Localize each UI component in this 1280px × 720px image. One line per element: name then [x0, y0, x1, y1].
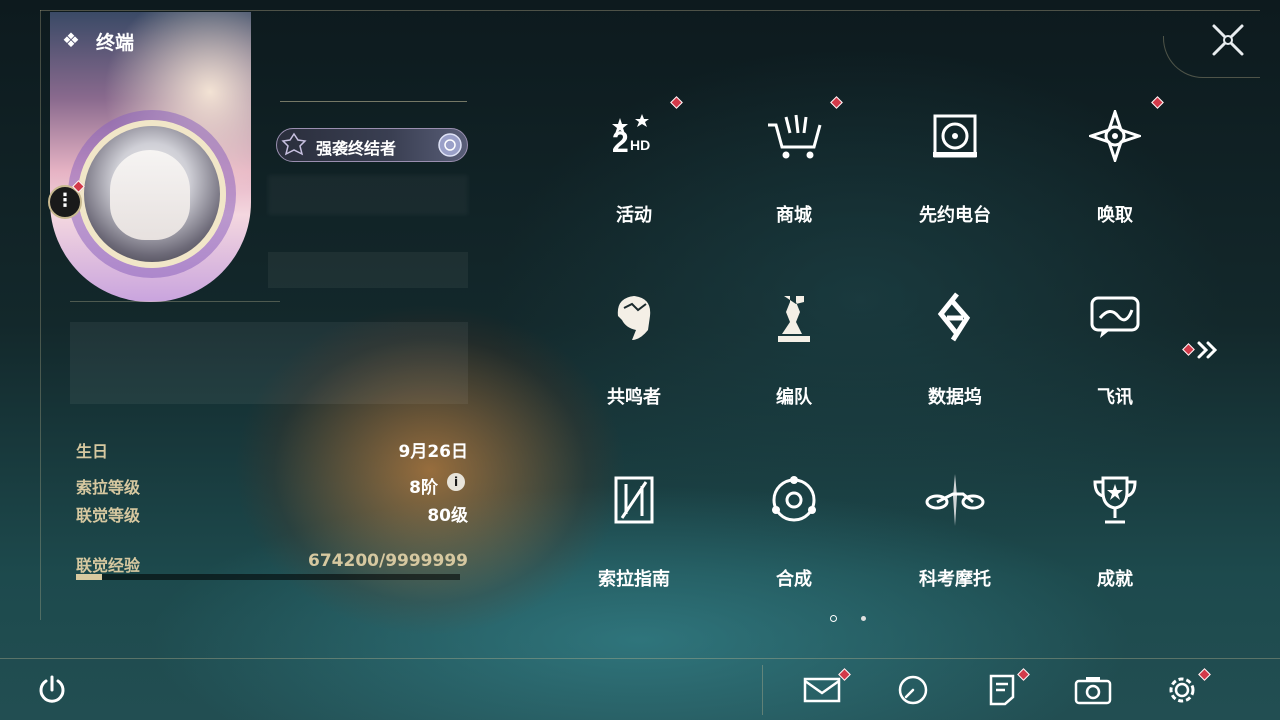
radio-record-icon: [905, 101, 1005, 171]
svg-text:HD: HD: [630, 137, 650, 153]
menu-tile[interactable]: 2 HD 活动: [584, 95, 684, 235]
birthday-value: 9月26日: [398, 442, 469, 462]
menu-tile-label: 合成: [776, 569, 812, 590]
close-button[interactable]: [1210, 22, 1246, 58]
union-level-value: 80级: [427, 506, 468, 526]
power-icon: [39, 675, 65, 703]
menu-tile[interactable]: 先约电台: [905, 95, 1005, 235]
player-name-blurred: [268, 175, 468, 215]
menu-tile-label: 科考摩托: [919, 569, 991, 590]
gear-icon: [1169, 677, 1195, 703]
page-title: 终端: [96, 32, 135, 54]
bottom-bar-separator: [762, 665, 763, 715]
trophy-icon: [1065, 465, 1165, 535]
signature-blurred[interactable]: [70, 322, 468, 404]
signature-divider: [70, 301, 280, 302]
convene-compass-icon: [1065, 101, 1165, 171]
menu-tile-label: 共鸣者: [607, 387, 661, 408]
avatar-face: [110, 150, 190, 240]
menu-tile-label: 活动: [616, 205, 652, 226]
menu-tile[interactable]: 索拉指南: [584, 459, 684, 599]
menu-tile[interactable]: 合成: [744, 459, 844, 599]
menu-tile[interactable]: 共鸣者: [584, 277, 684, 417]
resonator-head-icon: [584, 283, 684, 353]
double-chevron-right-icon: [1197, 341, 1218, 359]
diamond-cluster-icon: ❖: [62, 28, 80, 52]
union-level-label: 联觉等级: [76, 506, 141, 525]
sola-level-value: 8阶: [409, 478, 438, 498]
menu-tile-label: 数据坞: [928, 387, 982, 408]
menu-tile-label: 飞讯: [1097, 387, 1133, 408]
shop-cart-icon: [744, 101, 844, 171]
birthday-label: 生日: [76, 442, 109, 461]
player-id-blurred: [268, 252, 468, 288]
name-divider: [280, 101, 467, 102]
union-exp-value: 674200/9999999: [308, 551, 468, 571]
camera-icon: [1074, 677, 1112, 705]
data-bank-icon: [905, 283, 1005, 353]
crest-icon: [281, 132, 307, 156]
frame-top-line: [40, 10, 1260, 11]
player-title: 强袭终结者: [316, 139, 397, 158]
union-exp-label: 联觉经验: [76, 556, 141, 575]
power-button[interactable]: [32, 670, 72, 710]
menu-tile-label: 索拉指南: [598, 569, 670, 590]
menu-tile[interactable]: 商城: [744, 95, 844, 235]
notes-icon: [989, 674, 1015, 706]
camera-button[interactable]: [1073, 670, 1113, 710]
menu-tile[interactable]: 成就: [1065, 459, 1165, 599]
menu-tile[interactable]: 编队: [744, 277, 844, 417]
clock-icon: [898, 675, 928, 705]
motorbike-icon: [905, 465, 1005, 535]
timer-button[interactable]: [893, 670, 933, 710]
info-icon[interactable]: i: [447, 473, 465, 491]
settings-button[interactable]: [1162, 670, 1202, 710]
menu-tile-label: 先约电台: [919, 205, 991, 226]
sola-level-label: 索拉等级: [76, 478, 141, 497]
guide-book-icon: [584, 465, 684, 535]
menu-tile-label: 唤取: [1097, 205, 1133, 226]
page-indicator-active[interactable]: [830, 615, 837, 622]
bottom-bar-line: [0, 658, 1280, 659]
close-icon: [1212, 24, 1244, 56]
page-indicator[interactable]: [861, 616, 866, 621]
mail-icon: [803, 677, 841, 703]
menu-tile-label: 编队: [776, 387, 812, 408]
svg-text:2: 2: [612, 126, 629, 159]
event-2hd-icon: 2 HD: [584, 101, 684, 171]
union-exp-bar: [76, 574, 460, 580]
synthesis-orbit-icon: [744, 465, 844, 535]
team-chess-icon: [744, 283, 844, 353]
union-exp-bar-fill: [76, 574, 102, 580]
menu-tile[interactable]: 飞讯: [1065, 277, 1165, 417]
mail-button[interactable]: [802, 670, 842, 710]
menu-tile-label: 成就: [1097, 569, 1133, 590]
menu-tile[interactable]: 唤取: [1065, 95, 1165, 235]
notes-button[interactable]: [982, 670, 1022, 710]
menu-tile-label: 商城: [776, 205, 812, 226]
emblem-icon: [438, 133, 462, 157]
message-chat-icon: [1065, 283, 1165, 353]
frame-left-line: [40, 10, 41, 620]
next-page-button[interactable]: [1196, 340, 1220, 366]
menu-tile[interactable]: 数据坞: [905, 277, 1005, 417]
next-page-badge: [1182, 343, 1195, 356]
menu-tile[interactable]: 科考摩托: [905, 459, 1005, 599]
